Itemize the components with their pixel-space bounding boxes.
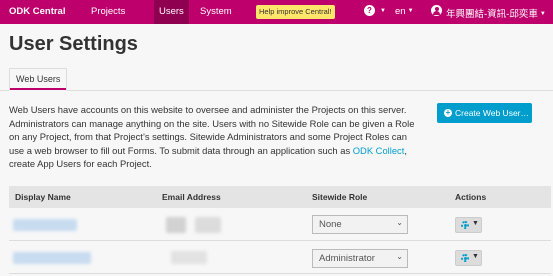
language-menu[interactable]: en ▼	[395, 6, 414, 17]
header-actions: Actions	[455, 192, 487, 202]
email-redacted	[171, 251, 207, 264]
intro-paragraph: Web Users have accounts on this website …	[9, 103, 419, 171]
actions-menu-button[interactable]: ▼	[455, 250, 482, 266]
language-label: en	[395, 6, 406, 17]
create-web-user-label: Create Web User…	[455, 108, 530, 118]
chevron-down-icon: ▼	[407, 8, 414, 15]
brand-logo[interactable]: ODK Central	[9, 6, 65, 17]
gear-icon	[461, 254, 469, 262]
email-redacted	[166, 217, 186, 233]
nav-system[interactable]: System	[200, 6, 232, 17]
help-icon[interactable]: ?	[364, 5, 375, 16]
display-name-redacted	[13, 219, 77, 231]
nav-users[interactable]: Users	[154, 0, 189, 24]
tab-divider	[0, 90, 553, 91]
header-display-name: Display Name	[15, 192, 71, 202]
table-header: Display Name Email Address Sitewide Role…	[9, 186, 551, 208]
sitewide-role-select[interactable]: Administrator ⌄	[312, 249, 408, 268]
actions-menu-button[interactable]: ▼	[455, 217, 482, 233]
chevron-down-icon: ▼	[539, 11, 546, 18]
active-tab-indicator	[10, 88, 66, 90]
page-title: User Settings	[9, 33, 138, 55]
create-web-user-button[interactable]: + Create Web User…	[437, 103, 532, 123]
sitewide-role-value: Administrator	[319, 253, 375, 264]
odk-collect-link[interactable]: ODK Collect	[353, 145, 405, 156]
chevron-updown-icon: ⌄	[396, 252, 403, 261]
table-row: None ⌄ ▼	[9, 208, 551, 241]
header-email-address: Email Address	[162, 192, 221, 202]
help-improve-badge[interactable]: Help improve Central!	[256, 5, 335, 19]
user-menu[interactable]: 年興團結-資訊-邱奕車 ▼	[446, 6, 546, 20]
chevron-down-icon: ▼	[472, 220, 479, 227]
chevron-down-icon: ▼	[472, 253, 479, 260]
nav-projects[interactable]: Projects	[91, 6, 125, 17]
sitewide-role-value: None	[319, 219, 342, 230]
table-row: Administrator ⌄ ▼	[9, 241, 551, 274]
plus-icon: +	[444, 108, 452, 117]
header-sitewide-role: Sitewide Role	[312, 192, 368, 202]
sitewide-role-select[interactable]: None ⌄	[312, 215, 408, 234]
display-name-redacted	[13, 252, 91, 264]
username-label: 年興團結-資訊-邱奕車	[446, 9, 538, 20]
top-navbar: ODK Central Projects Users System Help i…	[0, 0, 553, 24]
chevron-down-icon: ▼	[380, 8, 386, 14]
email-redacted	[195, 217, 221, 233]
user-icon	[431, 5, 442, 16]
gear-icon	[461, 221, 469, 229]
chevron-updown-icon: ⌄	[396, 218, 403, 227]
